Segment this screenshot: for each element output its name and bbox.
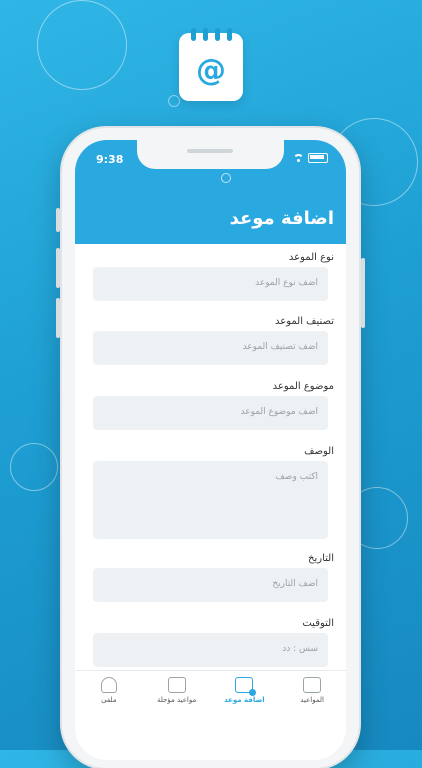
tab-postponed-appointments[interactable]: مواعيد مؤجلة bbox=[143, 671, 211, 715]
bottom-tab-bar: المواعيد اضافة موعد مواعيد مؤجلة ملفى bbox=[75, 670, 346, 715]
appointment-category-field[interactable]: اضف تصنيف الموعد bbox=[93, 331, 328, 365]
app-screen: 9:38 اضافة موعد نوع الموعد اضف نوع الموع… bbox=[75, 140, 346, 760]
field-label-description: الوصف bbox=[304, 446, 334, 457]
appointment-type-field[interactable]: اضف نوع الموعد bbox=[93, 267, 328, 301]
calendar-add-icon bbox=[235, 677, 257, 696]
calendar-app-icon: @ bbox=[179, 28, 243, 101]
phone-side-button bbox=[361, 258, 365, 328]
field-placeholder: اضف نوع الموعد bbox=[255, 278, 318, 288]
field-placeholder: سس : دد bbox=[282, 644, 318, 654]
tab-label: اضافة موعد bbox=[224, 696, 265, 704]
time-field[interactable]: سس : دد bbox=[93, 633, 328, 667]
field-label-time: التوقيت bbox=[302, 618, 334, 629]
battery-icon bbox=[308, 153, 328, 163]
tab-add-appointment[interactable]: اضافة موعد bbox=[211, 671, 279, 715]
phone-notch bbox=[137, 140, 284, 169]
tab-label: المواعيد bbox=[300, 696, 324, 704]
person-icon bbox=[100, 677, 117, 693]
phone-side-button bbox=[56, 298, 60, 338]
app-header: 9:38 اضافة موعد bbox=[75, 140, 346, 244]
decorative-circle bbox=[10, 443, 58, 491]
appointment-subject-field[interactable]: اضف موضوع الموعد bbox=[93, 396, 328, 430]
add-appointment-form: نوع الموعد اضف نوع الموعد تصنيف الموعد ا… bbox=[75, 244, 346, 670]
decorative-circle bbox=[37, 0, 127, 90]
phone-side-button bbox=[56, 248, 60, 288]
field-label-date: التاريخ bbox=[308, 553, 334, 564]
decorative-dot bbox=[221, 173, 231, 183]
phone-mockup: 9:38 اضافة موعد نوع الموعد اضف نوع الموع… bbox=[56, 128, 365, 768]
calendar-grid-icon bbox=[303, 677, 322, 693]
phone-side-button bbox=[56, 208, 60, 232]
calendar-clock-icon bbox=[167, 677, 186, 693]
tab-appointments[interactable]: المواعيد bbox=[278, 671, 346, 715]
field-placeholder: اكتب وصف bbox=[275, 472, 318, 482]
status-time: 9:38 bbox=[96, 153, 124, 166]
wifi-icon bbox=[293, 154, 304, 162]
field-label-type: نوع الموعد bbox=[288, 252, 334, 263]
page-title: اضافة موعد bbox=[229, 208, 334, 229]
field-placeholder: اضف التاريخ bbox=[272, 579, 318, 589]
tab-label: مواعيد مؤجلة bbox=[156, 696, 197, 704]
description-textarea[interactable]: اكتب وصف bbox=[93, 461, 328, 539]
field-label-category: تصنيف الموعد bbox=[274, 316, 334, 327]
field-placeholder: اضف موضوع الموعد bbox=[240, 407, 318, 417]
tab-profile[interactable]: ملفى bbox=[75, 671, 143, 715]
speaker-grille bbox=[187, 149, 233, 153]
tab-label: ملفى bbox=[101, 696, 117, 704]
field-placeholder: اضف تصنيف الموعد bbox=[242, 342, 318, 352]
field-label-subject: موضوع الموعد bbox=[272, 381, 334, 392]
at-sign-icon: @ bbox=[196, 53, 226, 88]
decorative-circle bbox=[168, 95, 180, 107]
status-icons bbox=[293, 153, 328, 163]
date-field[interactable]: اضف التاريخ bbox=[93, 568, 328, 602]
